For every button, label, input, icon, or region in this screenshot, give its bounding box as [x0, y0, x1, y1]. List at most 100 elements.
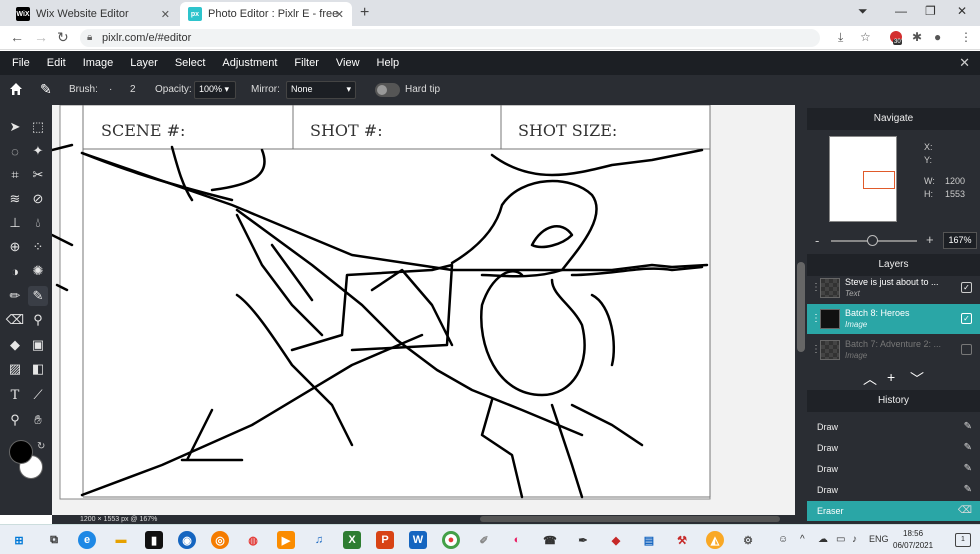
- cutout-tool-icon[interactable]: ✂: [28, 165, 48, 185]
- eyedropper-tool-icon[interactable]: ⟋: [28, 385, 48, 405]
- powerpoint-icon[interactable]: P: [376, 531, 394, 549]
- layer-item-active[interactable]: ⋮ Batch 8: Heroes Image ✓: [807, 304, 980, 334]
- back-icon[interactable]: ←: [10, 29, 24, 45]
- layer-visibility-checkbox[interactable]: [961, 344, 972, 355]
- menu-adjustment[interactable]: Adjustment: [222, 57, 277, 69]
- history-item[interactable]: Draw ✎: [807, 438, 980, 458]
- eraser-tool-icon[interactable]: ⌫: [5, 310, 25, 330]
- vertical-scrollbar[interactable]: [797, 262, 805, 352]
- layer-item[interactable]: ⋮ Steve is just about to ... Text ✓: [807, 273, 980, 303]
- add-layer-icon[interactable]: +: [887, 369, 895, 385]
- foreground-color-swatch[interactable]: [9, 440, 33, 464]
- drawing-canvas[interactable]: SCENE #: SHOT #: SHOT SIZE:: [52, 105, 795, 515]
- image-tool-icon[interactable]: ▨: [5, 359, 25, 379]
- url-field[interactable]: 🔒︎ pixlr.com/e/#editor: [80, 29, 820, 47]
- tab-close-icon[interactable]: ✕: [335, 8, 344, 21]
- film-app-icon[interactable]: ▮: [145, 531, 163, 549]
- color-picker-tool-icon[interactable]: ⚲: [28, 310, 48, 330]
- sharpen-tool-icon[interactable]: ✺: [28, 261, 48, 281]
- move-layer-down-icon[interactable]: ﹀: [910, 369, 924, 389]
- window-close-icon[interactable]: ✕: [957, 4, 967, 18]
- excel-icon[interactable]: X: [343, 531, 361, 549]
- mirror-select[interactable]: None ▾: [286, 81, 356, 99]
- hard-tip-toggle[interactable]: [375, 83, 400, 97]
- marquee-tool-icon[interactable]: ⬚: [28, 117, 48, 137]
- language-indicator[interactable]: ENG: [869, 534, 889, 544]
- layer-item[interactable]: ⋮ Batch 7: Adventure 2: ... Image: [807, 335, 980, 365]
- file-explorer-icon[interactable]: ▬: [112, 531, 130, 549]
- screen-recorder-icon[interactable]: ◍: [244, 531, 262, 549]
- fill-tool-icon[interactable]: ◆: [5, 335, 25, 355]
- history-header[interactable]: History: [807, 390, 980, 412]
- history-item[interactable]: Draw ✎: [807, 417, 980, 437]
- tab-pixlr-editor[interactable]: px Photo Editor : Pixlr E - free image ✕: [180, 2, 352, 26]
- volume-icon[interactable]: ♪: [852, 534, 857, 545]
- puzzle-extensions-icon[interactable]: ✱: [912, 30, 922, 44]
- tab-search-icon[interactable]: ⏷: [858, 4, 868, 19]
- download-icon[interactable]: ⤓: [838, 30, 843, 45]
- restore-icon[interactable]: ❐: [925, 4, 936, 18]
- settings-app-icon[interactable]: ⚙: [739, 531, 757, 549]
- network-app-icon[interactable]: ▤: [640, 531, 658, 549]
- layer-visibility-checkbox[interactable]: ✓: [961, 313, 972, 324]
- dodge-tool-icon[interactable]: ⁘: [28, 237, 48, 257]
- history-item-active[interactable]: Eraser ⌫: [807, 501, 980, 521]
- horizontal-scrollbar[interactable]: [480, 516, 780, 522]
- word-icon[interactable]: W: [409, 531, 427, 549]
- zoom-in-button[interactable]: +: [926, 232, 934, 247]
- blur-tool-icon[interactable]: 💧︎: [28, 213, 48, 233]
- battery-icon[interactable]: ▭: [836, 534, 845, 545]
- zoom-slider-knob[interactable]: [867, 235, 878, 246]
- menu-view[interactable]: View: [336, 57, 360, 69]
- crop-tool-icon[interactable]: ⌗: [5, 165, 25, 185]
- layer-visibility-checkbox[interactable]: ✓: [961, 282, 972, 293]
- phone-icon[interactable]: ☎: [541, 531, 559, 549]
- media-icon[interactable]: ◆: [607, 531, 625, 549]
- new-tab-button[interactable]: +: [360, 4, 369, 22]
- history-item[interactable]: Draw ✎: [807, 480, 980, 500]
- system-clock[interactable]: 18:56 06/07/2021: [893, 528, 933, 552]
- home-icon[interactable]: [9, 82, 23, 96]
- navigator-viewport[interactable]: [863, 171, 895, 189]
- menu-layer[interactable]: Layer: [130, 57, 158, 69]
- menu-help[interactable]: Help: [377, 57, 400, 69]
- brush-app-icon[interactable]: ✒: [574, 531, 592, 549]
- heal-tool-icon[interactable]: ⊘: [28, 189, 48, 209]
- navigator-thumbnail[interactable]: [829, 136, 897, 222]
- brush-size[interactable]: 2: [130, 84, 136, 95]
- vlc-icon[interactable]: ◭: [706, 531, 724, 549]
- minimize-icon[interactable]: —: [895, 4, 907, 18]
- menu-filter[interactable]: Filter: [294, 57, 318, 69]
- forward-icon[interactable]: →: [34, 29, 48, 45]
- zoom-out-button[interactable]: -: [815, 233, 819, 248]
- chrome-icon[interactable]: ●: [442, 531, 460, 549]
- chrome-menu-icon[interactable]: ⋮: [960, 30, 972, 44]
- tray-chevron-icon[interactable]: ^: [800, 534, 805, 545]
- brush-tool-icon[interactable]: ✎: [28, 286, 48, 306]
- menu-select[interactable]: Select: [175, 57, 206, 69]
- clone-tool-icon[interactable]: ⊥: [5, 213, 25, 233]
- zoom-input[interactable]: 167%: [943, 232, 977, 249]
- shape-tool-icon[interactable]: ◧: [28, 359, 48, 379]
- bookmark-star-icon[interactable]: ☆: [860, 30, 871, 44]
- liquify-tool-icon[interactable]: ≋: [5, 189, 25, 209]
- arrange-tool-icon[interactable]: ➤: [5, 117, 25, 137]
- history-item[interactable]: Draw ✎: [807, 459, 980, 479]
- start-button-icon[interactable]: ⊞: [10, 531, 28, 549]
- blender-icon[interactable]: ◎: [211, 531, 229, 549]
- wand-tool-icon[interactable]: ✦: [28, 141, 48, 161]
- navigate-header[interactable]: Navigate: [807, 108, 980, 130]
- color-replace-icon[interactable]: ◑: [5, 261, 25, 281]
- hand-tool-icon[interactable]: ✋︎: [28, 410, 48, 430]
- video-app-icon[interactable]: ▶: [277, 531, 295, 549]
- swap-colors-icon[interactable]: ↻: [37, 441, 45, 452]
- opacity-select[interactable]: 100% ▾: [194, 81, 236, 99]
- tab-close-icon[interactable]: ✕: [161, 8, 170, 21]
- task-view-icon[interactable]: ⧉: [45, 531, 63, 549]
- reload-icon[interactable]: ↻: [57, 29, 69, 46]
- editor-close-icon[interactable]: ✕: [959, 55, 970, 71]
- tray-cloud-icon[interactable]: ☁: [818, 534, 828, 545]
- firefox-dev-icon[interactable]: ◐: [508, 531, 526, 549]
- lasso-tool-icon[interactable]: ◌: [5, 141, 25, 161]
- menu-edit[interactable]: Edit: [47, 57, 66, 69]
